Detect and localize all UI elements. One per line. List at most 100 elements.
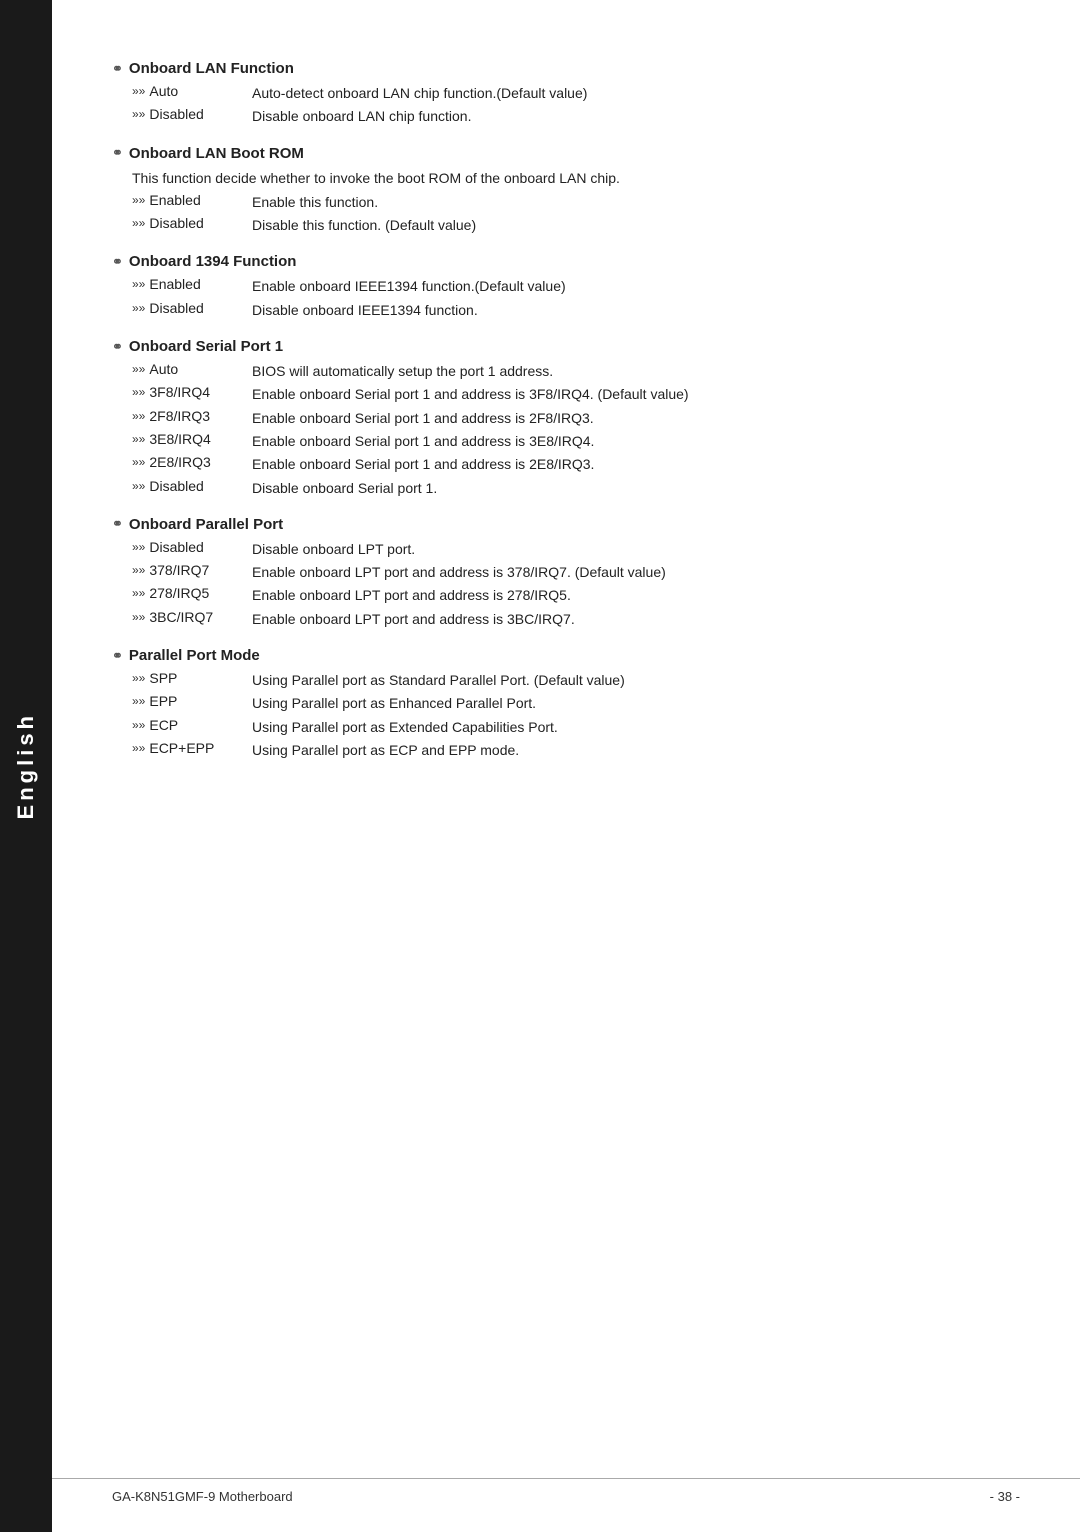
item-key: »»Disabled	[132, 215, 252, 231]
double-arrow-icon: »»	[132, 84, 145, 98]
item-key: »»EPP	[132, 693, 252, 709]
item-key: »» Auto	[132, 361, 252, 377]
item-key-text: Disabled	[149, 539, 203, 555]
section-title-text: Onboard 1394 Function	[129, 253, 297, 270]
item-key-text: Disabled	[149, 106, 203, 122]
section-title-text: Onboard Parallel Port	[129, 516, 283, 533]
item-value: Enable onboard Serial port 1 and address…	[252, 384, 1020, 404]
item-row: »»EnabledEnable this function.	[112, 192, 1020, 212]
item-key-text: Disabled	[149, 478, 203, 494]
item-key: »»Disabled	[132, 478, 252, 494]
item-key-text: 2E8/IRQ3	[149, 454, 210, 470]
item-row: »»DisabledDisable this function. (Defaul…	[112, 215, 1020, 235]
double-arrow-icon: »»	[132, 193, 145, 207]
item-row: »»378/IRQ7Enable onboard LPT port and ad…	[112, 562, 1020, 582]
item-value: Enable onboard Serial port 1 and address…	[252, 454, 1020, 474]
double-arrow-icon: »»	[132, 455, 145, 469]
item-value: Disable onboard IEEE1394 function.	[252, 300, 1020, 320]
double-arrow-icon: »»	[132, 610, 145, 624]
item-key: »»3E8/IRQ4	[132, 431, 252, 447]
item-value: Enable onboard Serial port 1 and address…	[252, 431, 1020, 451]
section-arrow-icon: ⚭	[112, 516, 123, 532]
item-value: Enable onboard LPT port and address is 3…	[252, 609, 1020, 629]
item-key: »»Enabled	[132, 192, 252, 208]
item-key: »»378/IRQ7	[132, 562, 252, 578]
item-key: »» SPP	[132, 670, 252, 686]
item-key-text: 2F8/IRQ3	[149, 408, 210, 424]
item-key-text: 3E8/IRQ4	[149, 431, 210, 447]
item-row: »» Disabled Disable onboard LPT port.	[112, 539, 1020, 559]
main-content: ⚭ Onboard LAN Function »» Auto Auto-detect …	[52, 0, 1080, 1532]
item-key-text: EPP	[149, 693, 177, 709]
item-value: Enable onboard LPT port and address is 2…	[252, 585, 1020, 605]
section-arrow-icon: ⚭	[112, 254, 123, 270]
item-key-text: Auto	[149, 83, 178, 99]
section-onboard-serial-port-1: ⚭ Onboard Serial Port 1»»AutoBIOS will a…	[112, 338, 1020, 498]
item-row: »» SPP Using Parallel port as Standard Par…	[112, 670, 1020, 690]
item-key: »» ECP+EPP	[132, 740, 252, 756]
item-row: »» 3BC/IRQ7 Enable onboard LPT port and ad…	[112, 609, 1020, 629]
section-title-onboard-lan-function: ⚭ Onboard LAN Function	[112, 60, 1020, 77]
item-row: »»278/IRQ5Enable onboard LPT port and ad…	[112, 585, 1020, 605]
double-arrow-icon: »»	[132, 385, 145, 399]
item-value: Disable onboard Serial port 1.	[252, 478, 1020, 498]
section-title-text: Onboard LAN Boot ROM	[129, 145, 304, 162]
sidebar: English	[0, 0, 52, 1532]
double-arrow-icon: »»	[132, 540, 145, 554]
section-onboard-lan-function: ⚭ Onboard LAN Function »» Auto Auto-detect …	[112, 60, 1020, 127]
double-arrow-icon: »»	[132, 301, 145, 315]
item-key: »»Enabled	[132, 276, 252, 292]
item-key: »» 3BC/IRQ7	[132, 609, 252, 625]
double-arrow-icon: »»	[132, 362, 145, 376]
section-title-onboard-lan-boot-rom: ⚭ Onboard LAN Boot ROM	[112, 145, 1020, 162]
double-arrow-icon: »»	[132, 563, 145, 577]
item-key-text: 3F8/IRQ4	[149, 384, 210, 400]
section-parallel-port-mode: ⚭ Parallel Port Mode»»SPPUsing Parallel …	[112, 647, 1020, 760]
double-arrow-icon: »»	[132, 107, 145, 121]
item-value: Enable onboard IEEE1394 function.(Defaul…	[252, 276, 1020, 296]
footer-left: GA-K8N51GMF-9 Motherboard	[112, 1489, 293, 1504]
item-key: »» Disabled	[132, 539, 252, 555]
item-key-text: Disabled	[149, 215, 203, 231]
item-row: »» 2E8/IRQ3 Enable onboard Serial port 1 a…	[112, 454, 1020, 474]
footer: GA-K8N51GMF-9 Motherboard - 38 -	[52, 1478, 1080, 1504]
item-row: »»DisabledDisable onboard IEEE1394 funct…	[112, 300, 1020, 320]
item-row: »»2F8/IRQ3Enable onboard Serial port 1 a…	[112, 408, 1020, 428]
item-key: »» Disabled	[132, 106, 252, 122]
item-row: »»3E8/IRQ4Enable onboard Serial port 1 a…	[112, 431, 1020, 451]
item-value: Enable this function.	[252, 192, 1020, 212]
item-value: Disable onboard LAN chip function.	[252, 106, 1020, 126]
footer-right: - 38 -	[990, 1489, 1020, 1504]
item-row: »»EnabledEnable onboard IEEE1394 functio…	[112, 276, 1020, 296]
item-row: »»ECPUsing Parallel port as Extended Cap…	[112, 717, 1020, 737]
item-key: »»2F8/IRQ3	[132, 408, 252, 424]
section-title-onboard-serial-port-1: ⚭ Onboard Serial Port 1	[112, 338, 1020, 355]
item-key-text: Enabled	[149, 276, 200, 292]
item-value: Using Parallel port as Standard Parallel…	[252, 670, 1020, 690]
item-key-text: 3BC/IRQ7	[149, 609, 213, 625]
item-key-text: ECP+EPP	[149, 740, 214, 756]
item-key: »» 3F8/IRQ4	[132, 384, 252, 400]
double-arrow-icon: »»	[132, 671, 145, 685]
item-key-text: ECP	[149, 717, 178, 733]
item-row: »» Disabled Disable onboard LAN chip funct…	[112, 106, 1020, 126]
section-arrow-icon: ⚭	[112, 61, 123, 77]
item-value: Using Parallel port as ECP and EPP mode.	[252, 740, 1020, 760]
item-value: Auto-detect onboard LAN chip function.(D…	[252, 83, 1020, 103]
item-key-text: 278/IRQ5	[149, 585, 209, 601]
item-key: »»278/IRQ5	[132, 585, 252, 601]
item-value: Disable onboard LPT port.	[252, 539, 1020, 559]
item-value: Using Parallel port as Extended Capabili…	[252, 717, 1020, 737]
item-key-text: Auto	[149, 361, 178, 377]
double-arrow-icon: »»	[132, 741, 145, 755]
section-arrow-icon: ⚭	[112, 339, 123, 355]
item-value: Enable onboard LPT port and address is 3…	[252, 562, 1020, 582]
item-row: »» 3F8/IRQ4 Enable onboard Serial port 1 a…	[112, 384, 1020, 404]
item-row: »» Auto Auto-detect onboard LAN chip funct…	[112, 83, 1020, 103]
section-onboard-1394-function: ⚭ Onboard 1394 Function»»EnabledEnable o…	[112, 253, 1020, 320]
item-key-text: SPP	[149, 670, 177, 686]
section-arrow-icon: ⚭	[112, 145, 123, 161]
item-key: »»Disabled	[132, 300, 252, 316]
item-value: Using Parallel port as Enhanced Parallel…	[252, 693, 1020, 713]
sidebar-label: English	[13, 712, 39, 819]
